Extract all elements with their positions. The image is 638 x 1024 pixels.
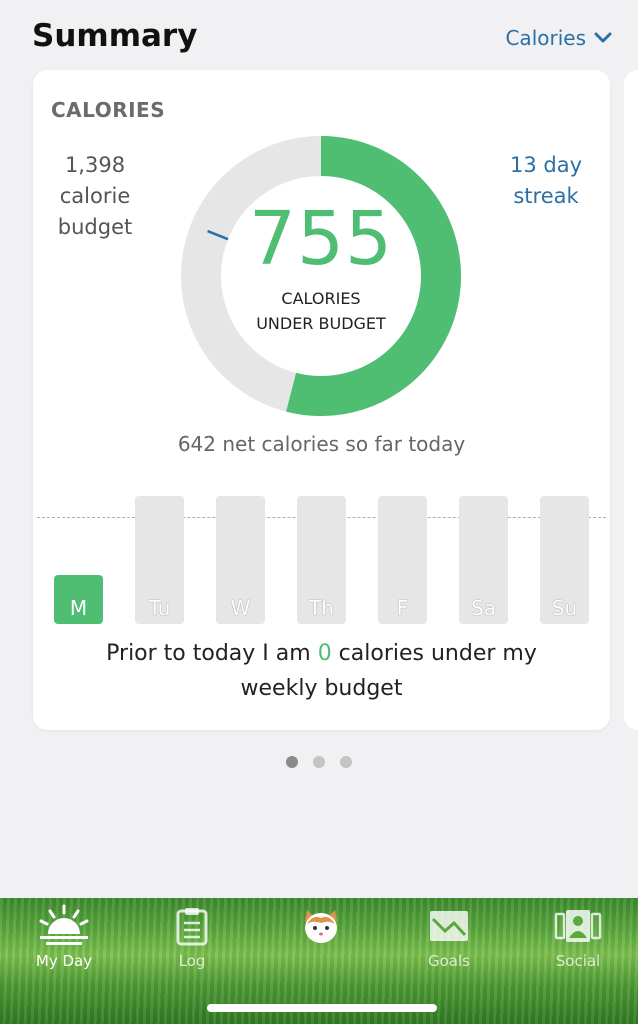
day-label: F [396,596,409,620]
people-icon [554,910,602,942]
card-title: CALORIES [51,98,166,122]
mountain-chart-icon [430,911,468,941]
sunrise-icon [39,904,89,945]
next-card-peek[interactable] [624,70,638,730]
day-label: Sa [471,596,496,620]
under-budget-value: 755 [248,196,394,282]
metric-selector-label: Calories [505,26,586,50]
day-bar-sunday[interactable]: Su [540,496,589,624]
calories-card[interactable]: CALORIES 1,398 calorie budget 13 day str… [33,70,610,730]
tab-label: Goals [428,952,470,970]
day-label: W [230,596,251,620]
day-bar-thursday[interactable]: Th [297,496,346,624]
tab-avatar[interactable] [276,904,366,974]
clipboard-icon [176,908,208,946]
day-bar-monday[interactable]: M [54,575,103,624]
weekly-summary-text: Prior to today I am 0 calories under my … [73,636,570,706]
weekly-summary-value: 0 [317,641,332,666]
tab-label: My Day [35,952,93,970]
home-indicator[interactable] [207,1004,437,1012]
day-label: Su [551,596,578,620]
chevron-down-icon [594,32,612,43]
streak-line1: 13 day [509,153,583,177]
calorie-budget: 1,398 calorie budget [43,150,147,243]
page-dot[interactable] [340,756,352,768]
tab-goals[interactable]: Goals [404,904,494,974]
day-bar-wednesday[interactable]: W [216,496,265,624]
tab-log[interactable]: Log [147,904,237,974]
day-bar-friday[interactable]: F [378,496,427,624]
tab-label: Log [178,952,206,970]
weekly-chart[interactable]: M Tu W Th F Sa Su [33,490,610,630]
tab-label: Social [555,952,601,970]
day-bar-saturday[interactable]: Sa [459,496,508,624]
weekly-summary-before: Prior to today I am [106,641,318,666]
day-label: Th [309,596,334,620]
day-bar-tuesday[interactable]: Tu [135,496,184,624]
day-label: M [69,596,88,620]
page-dot[interactable] [313,756,325,768]
tab-social[interactable]: Social [533,904,623,974]
page-title: Summary [32,18,198,54]
cat-avatar-icon [305,910,337,943]
net-calories-today: 642 net calories so far today [177,432,466,456]
page-dot[interactable] [286,756,298,768]
donut-center: 755 CALORIES UNDER BUDGET [181,136,461,416]
under-budget-label-line1: CALORIES [281,289,361,308]
page-indicator[interactable] [0,756,638,768]
budget-label-line2: budget [57,215,133,239]
under-budget-label-line2: UNDER BUDGET [256,314,386,333]
streak-line2: streak [513,184,579,208]
streak-link[interactable]: 13 day streak [491,150,601,212]
budget-label-line1: calorie [59,184,131,208]
budget-value: 1,398 [64,153,126,177]
header: Summary Calories [0,0,638,70]
metric-selector[interactable]: Calories [505,26,612,50]
day-label: Tu [148,596,171,620]
tab-my-day[interactable]: My Day [19,904,109,974]
under-budget-label: CALORIES UNDER BUDGET [221,286,421,336]
